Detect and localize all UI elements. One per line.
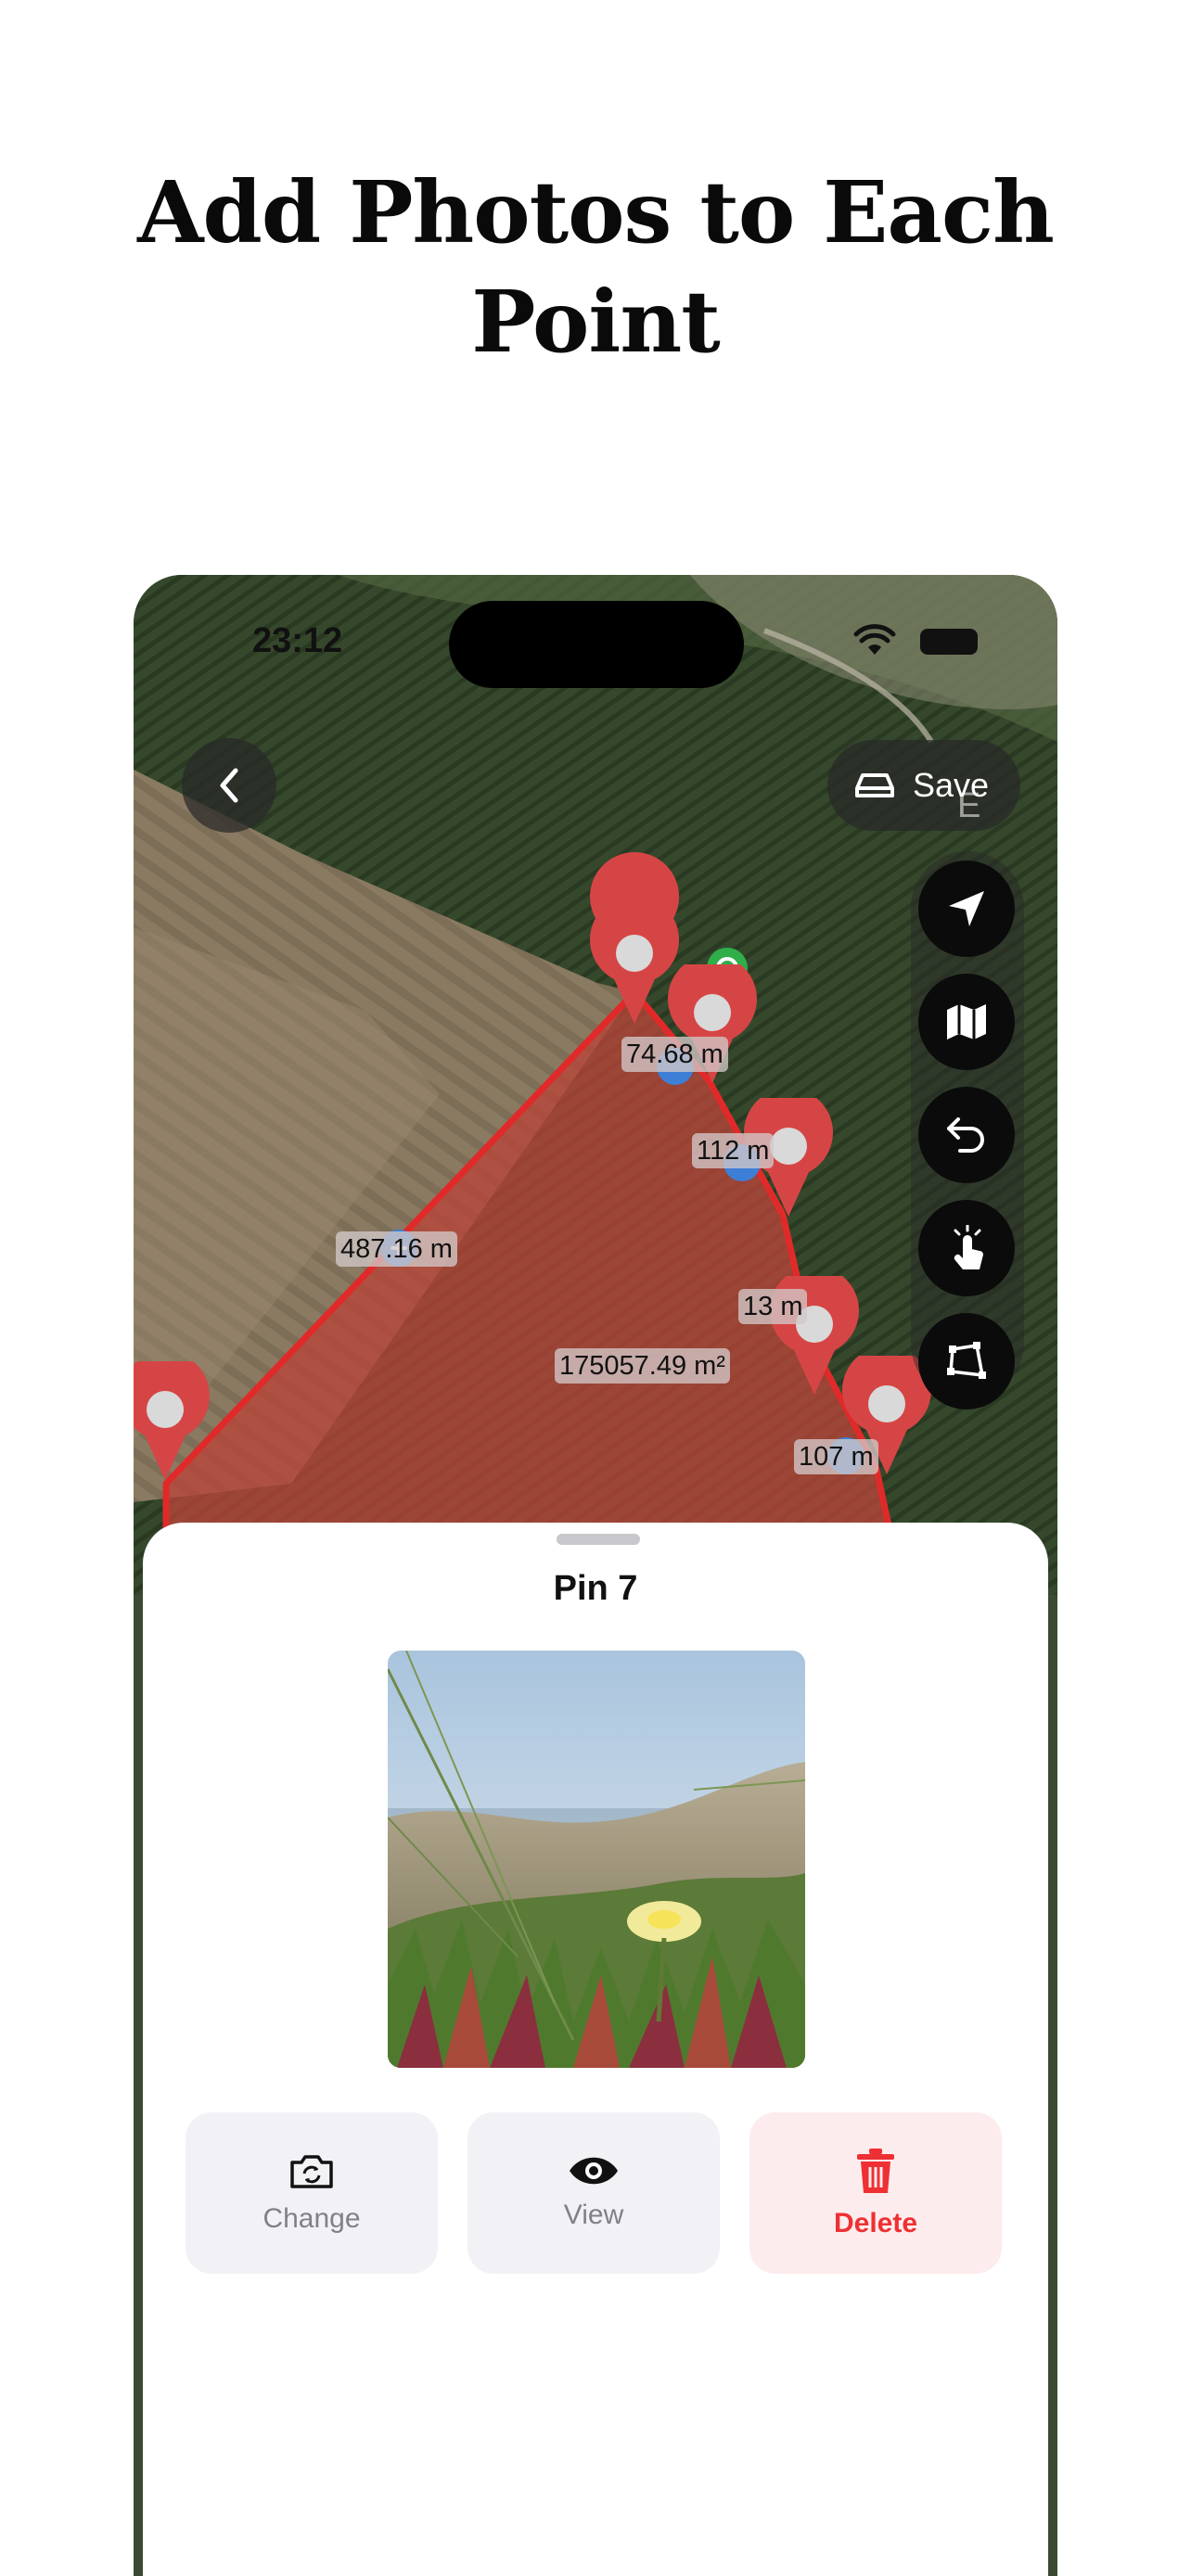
back-button[interactable] <box>182 738 276 833</box>
tap-hand-icon <box>954 1225 983 1269</box>
headline-line-1: Add Photos to Each <box>137 162 1055 262</box>
change-label: Change <box>263 2203 361 2234</box>
edge-length-label: 487.16 m <box>336 1231 457 1267</box>
save-button[interactable]: Save <box>827 740 1020 831</box>
wifi-icon <box>853 624 896 655</box>
undo-button[interactable] <box>918 1087 1015 1183</box>
location-arrow-icon <box>949 891 984 926</box>
change-photo-button[interactable]: Change <box>186 2112 438 2274</box>
map-type-button[interactable] <box>918 974 1015 1070</box>
pin-photo[interactable] <box>388 1651 805 2068</box>
trash-icon <box>857 2149 894 2193</box>
view-label: View <box>563 2200 624 2230</box>
area-label: 175057.49 m² <box>555 1348 730 1384</box>
sheet-grabber[interactable] <box>557 1534 640 1545</box>
pin-detail-sheet: Pin 7 Change View Delete <box>143 1523 1048 2576</box>
save-drive-icon <box>855 773 894 797</box>
headline-line-2: Point <box>471 272 720 372</box>
polygon-icon <box>947 1342 986 1379</box>
chevron-left-icon <box>220 768 238 803</box>
delete-photo-button[interactable]: Delete <box>749 2112 1002 2274</box>
map-pin-6[interactable] <box>134 1361 213 1482</box>
dynamic-island <box>449 601 744 688</box>
sheet-title: Pin 7 <box>553 1569 638 1608</box>
edge-length-label: 107 m <box>794 1439 878 1474</box>
undo-icon <box>947 1117 984 1153</box>
tap-mode-button[interactable] <box>918 1200 1015 1296</box>
edge-length-label: 74.68 m <box>621 1037 728 1072</box>
view-photo-button[interactable]: View <box>467 2112 720 2274</box>
status-time: 23:12 <box>252 621 343 660</box>
headline: Add Photos to Each Point <box>0 158 1191 376</box>
compass-letter: E <box>957 786 981 825</box>
delete-label: Delete <box>833 2208 918 2238</box>
edge-length-label: 13 m <box>738 1289 808 1324</box>
locate-button[interactable] <box>918 861 1015 957</box>
eye-icon <box>570 2157 618 2185</box>
battery-icon <box>920 629 978 655</box>
phone-screen: + 74.68 m 112 m 487.16 m 13 m 175057.49 … <box>134 575 1057 2576</box>
polygon-tool-button[interactable] <box>918 1313 1015 1409</box>
photo-image <box>388 1651 805 2068</box>
edge-length-label: 112 m <box>692 1133 775 1168</box>
camera-rotate-icon <box>290 2155 333 2188</box>
map-icon <box>947 1004 986 1039</box>
